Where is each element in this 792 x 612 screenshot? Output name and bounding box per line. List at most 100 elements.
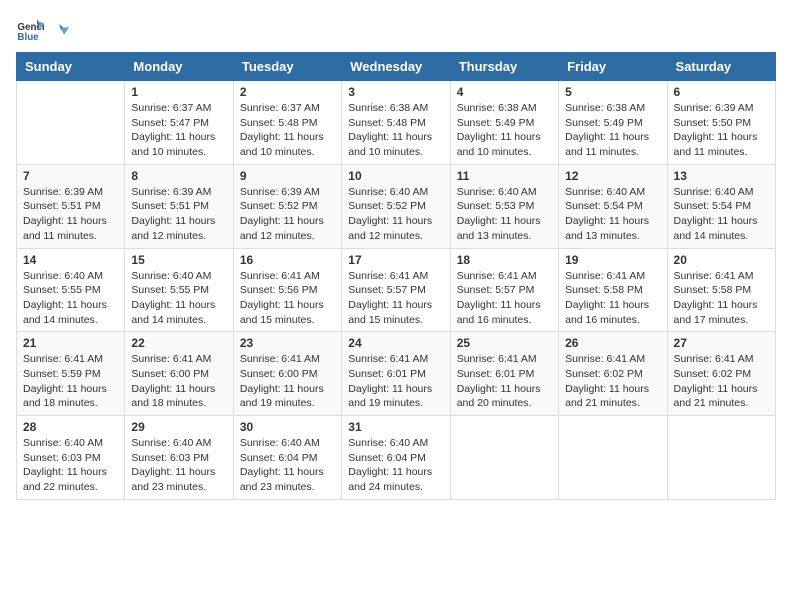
calendar-week-row: 28 Sunrise: 6:40 AM Sunset: 6:03 PM Dayl… — [17, 416, 776, 500]
sunrise-text: Sunrise: 6:41 AM — [348, 269, 443, 284]
daylight-text: Daylight: 11 hours and 14 minutes. — [131, 298, 226, 327]
sunrise-text: Sunrise: 6:40 AM — [240, 436, 335, 451]
calendar-cell: 18 Sunrise: 6:41 AM Sunset: 5:57 PM Dayl… — [450, 248, 558, 332]
sunset-text: Sunset: 5:57 PM — [457, 283, 552, 298]
header: General Blue — [16, 16, 776, 44]
day-info: Sunrise: 6:40 AM Sunset: 6:04 PM Dayligh… — [240, 436, 335, 495]
day-number: 26 — [565, 336, 660, 350]
sunrise-text: Sunrise: 6:41 AM — [674, 269, 769, 284]
daylight-text: Daylight: 11 hours and 21 minutes. — [674, 382, 769, 411]
calendar-cell — [450, 416, 558, 500]
sunrise-text: Sunrise: 6:40 AM — [348, 436, 443, 451]
calendar-header-row: SundayMondayTuesdayWednesdayThursdayFrid… — [17, 53, 776, 81]
daylight-text: Daylight: 11 hours and 23 minutes. — [131, 465, 226, 494]
sunrise-text: Sunrise: 6:40 AM — [131, 436, 226, 451]
day-number: 14 — [23, 253, 118, 267]
calendar-cell: 7 Sunrise: 6:39 AM Sunset: 5:51 PM Dayli… — [17, 164, 125, 248]
logo-wordmark — [46, 21, 70, 39]
daylight-text: Daylight: 11 hours and 23 minutes. — [240, 465, 335, 494]
logo: General Blue — [16, 16, 70, 44]
day-info: Sunrise: 6:38 AM Sunset: 5:49 PM Dayligh… — [565, 101, 660, 160]
sunset-text: Sunset: 5:50 PM — [674, 116, 769, 131]
sunset-text: Sunset: 5:49 PM — [565, 116, 660, 131]
day-number: 20 — [674, 253, 769, 267]
day-number: 12 — [565, 169, 660, 183]
day-number: 13 — [674, 169, 769, 183]
calendar-cell: 2 Sunrise: 6:37 AM Sunset: 5:48 PM Dayli… — [233, 81, 341, 165]
sunset-text: Sunset: 5:58 PM — [565, 283, 660, 298]
daylight-text: Daylight: 11 hours and 11 minutes. — [23, 214, 118, 243]
day-number: 15 — [131, 253, 226, 267]
sunset-text: Sunset: 6:00 PM — [131, 367, 226, 382]
day-info: Sunrise: 6:41 AM Sunset: 6:00 PM Dayligh… — [131, 352, 226, 411]
calendar-table: SundayMondayTuesdayWednesdayThursdayFrid… — [16, 52, 776, 500]
daylight-text: Daylight: 11 hours and 20 minutes. — [457, 382, 552, 411]
sunset-text: Sunset: 5:52 PM — [348, 199, 443, 214]
calendar-week-row: 7 Sunrise: 6:39 AM Sunset: 5:51 PM Dayli… — [17, 164, 776, 248]
day-info: Sunrise: 6:41 AM Sunset: 5:56 PM Dayligh… — [240, 269, 335, 328]
sunset-text: Sunset: 5:58 PM — [674, 283, 769, 298]
sunrise-text: Sunrise: 6:39 AM — [23, 185, 118, 200]
calendar-cell: 31 Sunrise: 6:40 AM Sunset: 6:04 PM Dayl… — [342, 416, 450, 500]
day-number: 4 — [457, 85, 552, 99]
sunset-text: Sunset: 5:51 PM — [131, 199, 226, 214]
daylight-text: Daylight: 11 hours and 10 minutes. — [348, 130, 443, 159]
daylight-text: Daylight: 11 hours and 10 minutes. — [131, 130, 226, 159]
day-number: 2 — [240, 85, 335, 99]
day-number: 30 — [240, 420, 335, 434]
day-header-saturday: Saturday — [667, 53, 775, 81]
calendar-week-row: 1 Sunrise: 6:37 AM Sunset: 5:47 PM Dayli… — [17, 81, 776, 165]
calendar-cell — [17, 81, 125, 165]
day-info: Sunrise: 6:40 AM Sunset: 5:53 PM Dayligh… — [457, 185, 552, 244]
day-info: Sunrise: 6:38 AM Sunset: 5:48 PM Dayligh… — [348, 101, 443, 160]
calendar-week-row: 21 Sunrise: 6:41 AM Sunset: 5:59 PM Dayl… — [17, 332, 776, 416]
sunset-text: Sunset: 6:00 PM — [240, 367, 335, 382]
day-info: Sunrise: 6:40 AM Sunset: 5:55 PM Dayligh… — [23, 269, 118, 328]
sunset-text: Sunset: 5:55 PM — [23, 283, 118, 298]
calendar-cell: 22 Sunrise: 6:41 AM Sunset: 6:00 PM Dayl… — [125, 332, 233, 416]
day-info: Sunrise: 6:40 AM Sunset: 5:54 PM Dayligh… — [565, 185, 660, 244]
daylight-text: Daylight: 11 hours and 19 minutes. — [348, 382, 443, 411]
day-number: 29 — [131, 420, 226, 434]
logo-icon: General Blue — [16, 16, 44, 44]
daylight-text: Daylight: 11 hours and 24 minutes. — [348, 465, 443, 494]
day-info: Sunrise: 6:41 AM Sunset: 6:02 PM Dayligh… — [565, 352, 660, 411]
calendar-body: 1 Sunrise: 6:37 AM Sunset: 5:47 PM Dayli… — [17, 81, 776, 500]
day-header-thursday: Thursday — [450, 53, 558, 81]
day-number: 21 — [23, 336, 118, 350]
day-header-tuesday: Tuesday — [233, 53, 341, 81]
daylight-text: Daylight: 11 hours and 13 minutes. — [457, 214, 552, 243]
day-header-wednesday: Wednesday — [342, 53, 450, 81]
calendar-week-row: 14 Sunrise: 6:40 AM Sunset: 5:55 PM Dayl… — [17, 248, 776, 332]
day-info: Sunrise: 6:41 AM Sunset: 5:57 PM Dayligh… — [457, 269, 552, 328]
calendar-cell: 25 Sunrise: 6:41 AM Sunset: 6:01 PM Dayl… — [450, 332, 558, 416]
sunrise-text: Sunrise: 6:37 AM — [240, 101, 335, 116]
daylight-text: Daylight: 11 hours and 19 minutes. — [240, 382, 335, 411]
sunrise-text: Sunrise: 6:40 AM — [457, 185, 552, 200]
sunset-text: Sunset: 5:56 PM — [240, 283, 335, 298]
daylight-text: Daylight: 11 hours and 16 minutes. — [457, 298, 552, 327]
sunrise-text: Sunrise: 6:39 AM — [240, 185, 335, 200]
sunrise-text: Sunrise: 6:41 AM — [565, 352, 660, 367]
sunrise-text: Sunrise: 6:40 AM — [565, 185, 660, 200]
calendar-cell: 16 Sunrise: 6:41 AM Sunset: 5:56 PM Dayl… — [233, 248, 341, 332]
sunrise-text: Sunrise: 6:41 AM — [348, 352, 443, 367]
sunset-text: Sunset: 6:02 PM — [674, 367, 769, 382]
calendar-cell: 24 Sunrise: 6:41 AM Sunset: 6:01 PM Dayl… — [342, 332, 450, 416]
daylight-text: Daylight: 11 hours and 21 minutes. — [565, 382, 660, 411]
calendar-cell: 6 Sunrise: 6:39 AM Sunset: 5:50 PM Dayli… — [667, 81, 775, 165]
sunset-text: Sunset: 5:53 PM — [457, 199, 552, 214]
sunrise-text: Sunrise: 6:41 AM — [674, 352, 769, 367]
sunset-text: Sunset: 6:04 PM — [348, 451, 443, 466]
sunrise-text: Sunrise: 6:41 AM — [457, 352, 552, 367]
sunrise-text: Sunrise: 6:41 AM — [23, 352, 118, 367]
calendar-cell: 19 Sunrise: 6:41 AM Sunset: 5:58 PM Dayl… — [559, 248, 667, 332]
calendar-cell — [667, 416, 775, 500]
sunrise-text: Sunrise: 6:37 AM — [131, 101, 226, 116]
logo-bird-icon — [47, 21, 69, 43]
day-info: Sunrise: 6:40 AM Sunset: 5:55 PM Dayligh… — [131, 269, 226, 328]
calendar-cell: 10 Sunrise: 6:40 AM Sunset: 5:52 PM Dayl… — [342, 164, 450, 248]
day-info: Sunrise: 6:41 AM Sunset: 5:57 PM Dayligh… — [348, 269, 443, 328]
day-number: 16 — [240, 253, 335, 267]
sunrise-text: Sunrise: 6:41 AM — [457, 269, 552, 284]
